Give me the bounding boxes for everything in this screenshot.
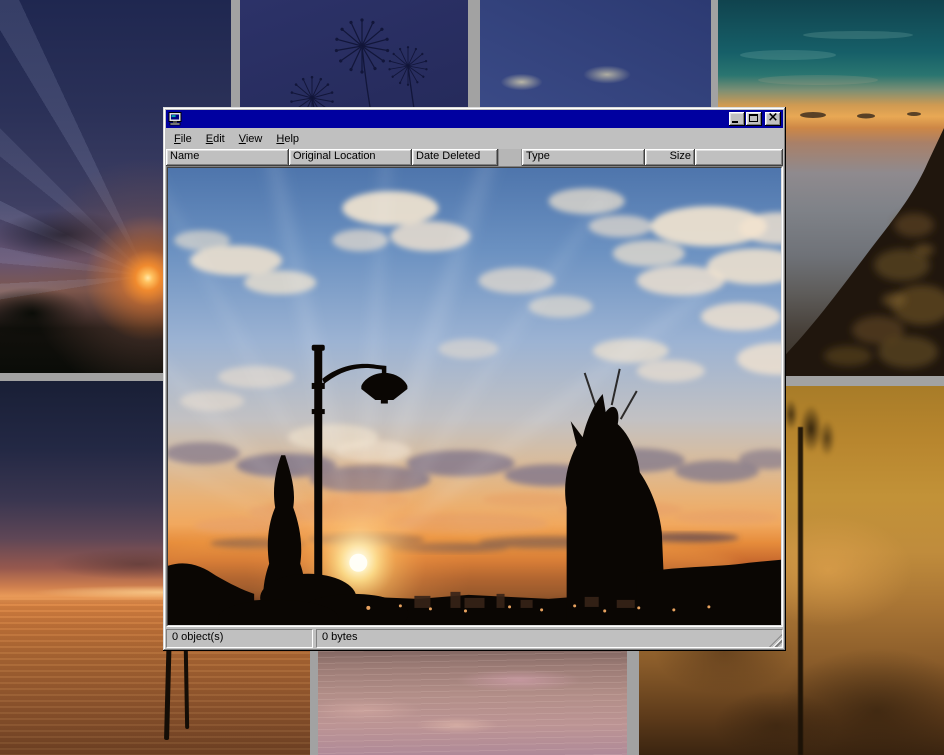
- file-list-view[interactable]: [166, 166, 783, 627]
- column-header-date-deleted[interactable]: Date Deleted: [412, 149, 498, 166]
- column-header-original-location[interactable]: Original Location: [289, 149, 412, 166]
- computer-icon[interactable]: [168, 112, 182, 126]
- column-header-name[interactable]: Name: [166, 149, 289, 166]
- column-header-type[interactable]: Type: [522, 149, 645, 166]
- file-list-view-inner: [167, 167, 782, 626]
- menu-view[interactable]: View: [232, 131, 270, 147]
- status-object-count: 0 object(s): [166, 629, 313, 648]
- column-header-size[interactable]: Size: [645, 149, 695, 166]
- recycle-bin-window: File Edit View Help Name Original Locati…: [163, 107, 786, 651]
- lamp-pole-silhouette: [798, 427, 803, 755]
- window-titlebar[interactable]: [166, 110, 783, 128]
- close-button[interactable]: [765, 112, 781, 126]
- maximize-icon: [749, 114, 758, 122]
- menu-file[interactable]: File: [167, 131, 199, 147]
- menu-edit[interactable]: Edit: [199, 131, 232, 147]
- column-header-filler: [695, 149, 783, 166]
- close-icon: [765, 112, 781, 126]
- menu-bar: File Edit View Help: [166, 128, 783, 149]
- status-bar: 0 object(s) 0 bytes: [166, 629, 783, 648]
- column-header-row: Name Original Location Date Deleted Type…: [166, 149, 783, 166]
- desktop-background: File Edit View Help Name Original Locati…: [0, 0, 944, 755]
- minimize-button[interactable]: [729, 112, 745, 126]
- maximize-button[interactable]: [746, 112, 762, 126]
- sunset-street-lamp-photo: [168, 168, 781, 625]
- minimize-icon: [732, 121, 738, 123]
- menu-help[interactable]: Help: [269, 131, 306, 147]
- status-byte-count: 0 bytes: [316, 629, 783, 648]
- column-header-spacer: [498, 149, 522, 166]
